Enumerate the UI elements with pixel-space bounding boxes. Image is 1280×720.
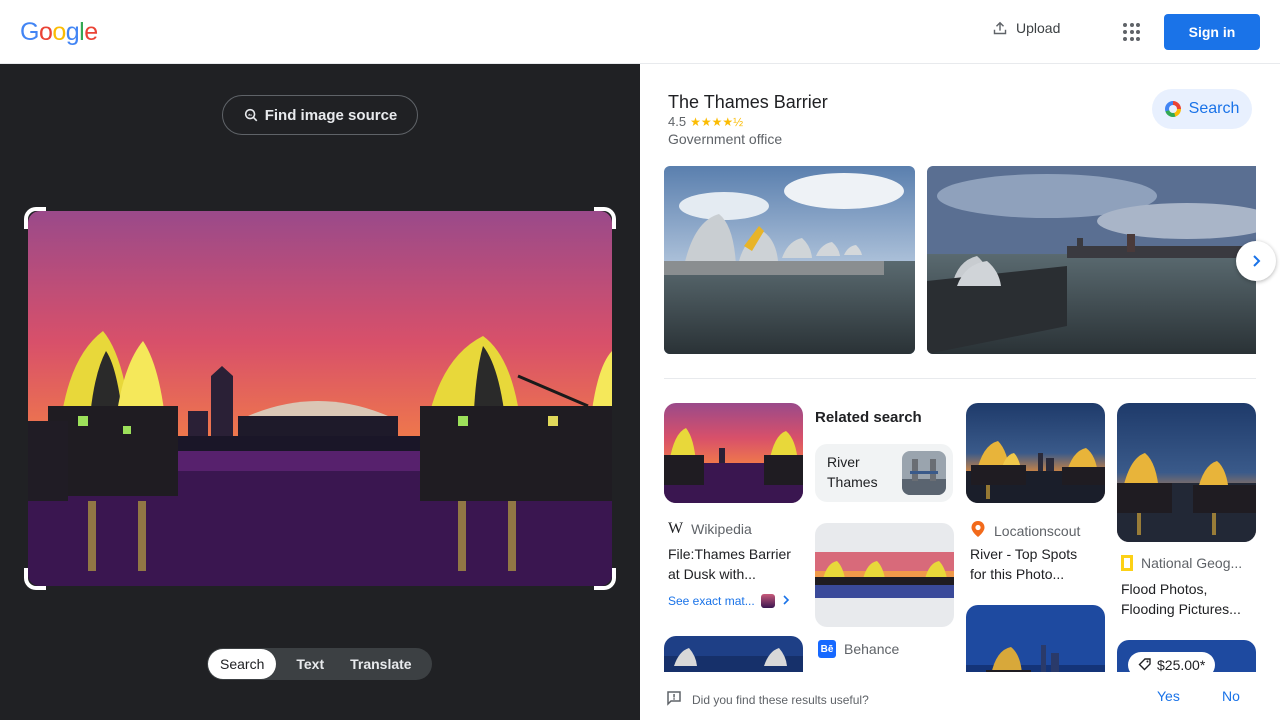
upload-icon [992,20,1008,36]
result-source-national-geographic[interactable]: National Geog... [1121,555,1242,571]
chevron-right-icon [1248,253,1264,269]
natgeo-icon [1121,555,1133,571]
result-thumbnail[interactable] [815,523,954,627]
section-divider [664,378,1256,379]
google-logo[interactable]: Google [20,18,98,47]
place-photo[interactable] [664,166,915,354]
result-thumbnail[interactable] [966,403,1105,503]
crop-selection[interactable] [24,207,616,590]
related-search-chip-river-thames[interactable]: River Thames [815,444,953,502]
feedback-yes-button[interactable]: Yes [1157,688,1180,704]
result-source-behance[interactable]: Bē Behance [818,640,899,658]
star-rating-icon: ★★★★½ [690,114,744,129]
knowledge-panel-title[interactable]: The Thames Barrier [668,92,828,113]
result-source-wikipedia[interactable]: W Wikipedia [668,520,752,538]
google-search-button[interactable]: Search [1152,89,1252,129]
upload-button[interactable]: Upload [992,20,1060,36]
lens-mode-switcher: Search Text Translate [207,648,432,680]
feedback-bar: Did you find these results useful? Yes N… [640,672,1280,720]
crop-corner-top-right[interactable] [594,207,616,229]
google-g-icon [1164,101,1181,117]
behance-icon: Bē [818,640,836,658]
crop-corner-top-left[interactable] [24,207,46,229]
upload-label: Upload [1016,20,1061,36]
exact-match-thumbnail [760,594,775,608]
results-panel: The Thames Barrier 4.5 ★★★★½ Government … [640,64,1280,720]
location-pin-icon [970,520,986,541]
feedback-question: Did you find these results useful? [666,690,869,709]
find-image-source-button[interactable]: Find image source [222,95,418,135]
result-title[interactable]: River - Top Spots for this Photo... [970,544,1077,584]
lens-image-panel: Find image source Search Text Translate [0,64,640,720]
place-type: Government office [668,131,783,147]
mode-translate-tab[interactable]: Translate [338,649,423,679]
result-title[interactable]: File:Thames Barrier at Dusk with... [668,544,791,584]
chevron-right-icon [781,594,791,608]
google-search-label: Search [1188,100,1240,117]
query-image [28,211,612,586]
mode-search-tab[interactable]: Search [208,649,277,679]
wikipedia-icon: W [668,520,684,537]
apps-grid-icon[interactable] [1120,20,1144,44]
image-search-icon [243,107,259,123]
related-search-thumbnail [902,451,946,495]
crop-corner-bottom-left[interactable] [24,568,46,590]
related-search-heading: Related search [815,409,922,426]
place-photo[interactable] [927,166,1256,354]
crop-corner-bottom-right[interactable] [594,568,616,590]
carousel-next-button[interactable] [1236,241,1276,281]
find-image-source-label: Find image source [264,106,398,124]
price-tag-icon [1138,657,1152,674]
result-source-locationscout[interactable]: Locationscout [970,520,1080,541]
result-title[interactable]: Flood Photos, Flooding Pictures... [1121,579,1241,619]
see-exact-matches-link[interactable]: See exact mat... [668,594,791,608]
result-thumbnail[interactable] [664,403,803,503]
rating-row: 4.5 ★★★★½ [668,114,743,129]
feedback-no-button[interactable]: No [1222,688,1240,704]
feedback-icon [666,690,682,709]
sign-in-button[interactable]: Sign in [1164,14,1260,50]
rating-value: 4.5 [668,114,687,129]
top-bar: Google Upload Sign in [0,0,1280,64]
result-thumbnail[interactable] [1117,403,1256,542]
mode-text-tab[interactable]: Text [276,649,338,679]
